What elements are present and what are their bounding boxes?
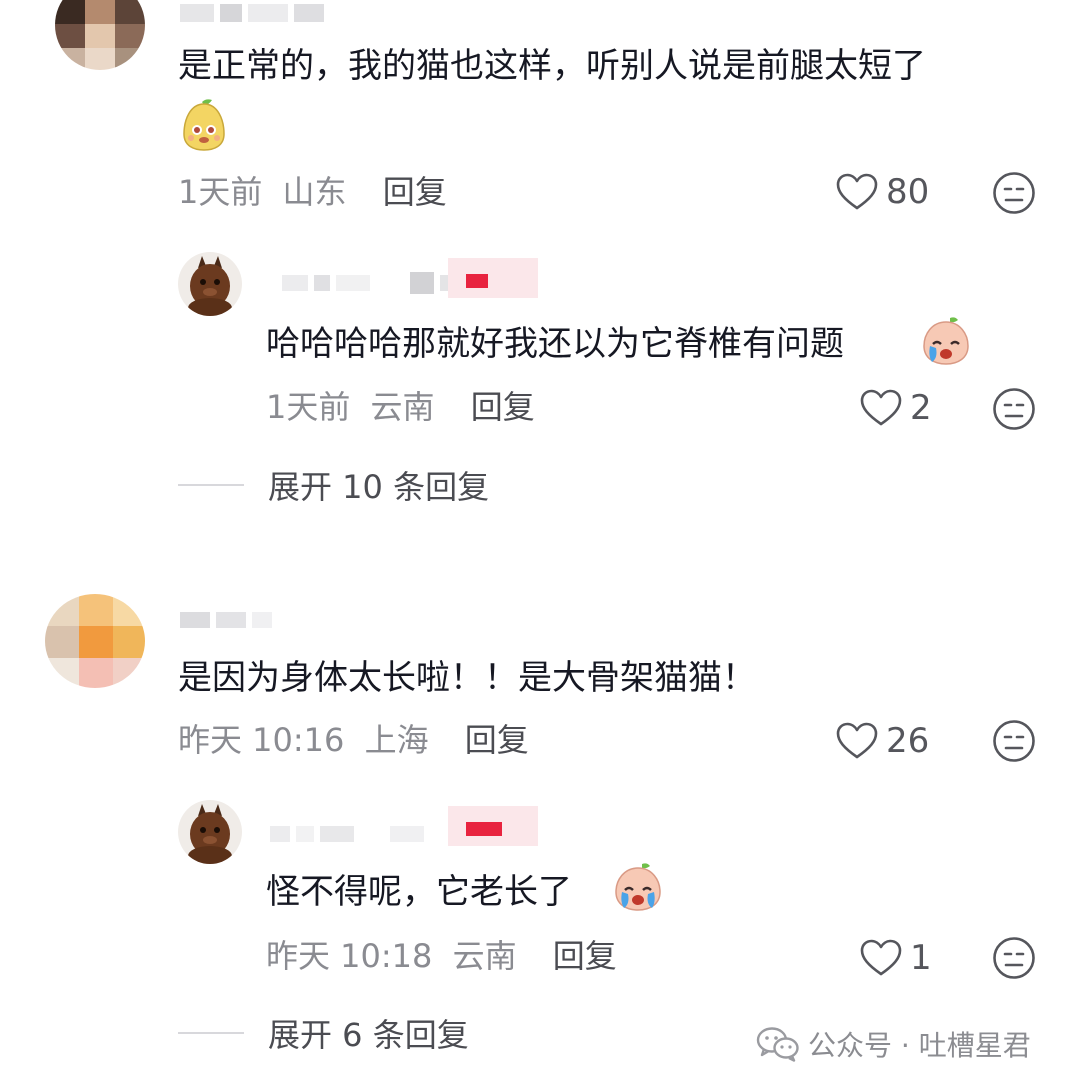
heart-icon [860,389,902,426]
reply-location: 云南 [370,388,435,426]
like-button[interactable]: 1 [860,938,932,978]
crying-face-emoji [920,316,972,370]
reply-text: 怪不得呢，它老长了 [266,872,572,912]
heart-icon [836,722,878,759]
watermark: 公众号 · 吐槽星君 [756,1024,1031,1064]
comment-meta: 1天前 山东 回复 [178,172,447,212]
expand-replies-button[interactable]: 展开 6 条回复 [178,1010,469,1056]
dislike-button[interactable] [992,387,1036,431]
crying-face-emoji [612,862,664,916]
heart-icon [836,173,878,210]
like-button[interactable]: 80 [836,172,929,212]
username-blurred[interactable] [180,4,324,22]
like-count: 26 [886,721,930,761]
dislike-button[interactable] [992,719,1036,763]
reply-button[interactable]: 回复 [383,173,447,211]
pear-face-emoji [180,98,228,156]
comment-location: 山东 [282,173,347,211]
expand-replies-label: 展开 10 条回复 [268,468,490,506]
reply-location: 云南 [452,937,517,975]
author-badge [448,806,538,846]
watermark-text: 公众号 · 吐槽星君 [808,1029,1031,1062]
meh-face-icon [993,388,1035,430]
reply-button[interactable]: 回复 [471,388,535,426]
reply-button[interactable]: 回复 [465,721,529,759]
dislike-button[interactable] [992,171,1036,215]
like-count: 1 [910,938,932,978]
meh-face-icon [993,720,1035,762]
expand-replies-label: 展开 6 条回复 [268,1016,469,1054]
divider [178,1032,244,1034]
comment-time: 1天前 [178,173,263,211]
like-button[interactable]: 26 [836,721,929,761]
wechat-icon [756,1027,799,1062]
comment-text: 是因为身体太长啦！！是大骨架猫猫！ [178,658,756,698]
dislike-button[interactable] [992,936,1036,980]
comment-meta: 昨天 10:16 上海 回复 [178,720,529,760]
reply-button[interactable]: 回复 [553,937,617,975]
avatar[interactable] [178,252,242,316]
like-count: 80 [886,172,930,212]
like-count: 2 [910,388,932,428]
username-blurred[interactable] [180,612,272,628]
avatar[interactable] [55,0,145,70]
username-blurred[interactable] [282,272,460,294]
heart-icon [860,939,902,976]
username-blurred[interactable] [270,826,424,842]
reply-time: 昨天 10:18 [266,937,433,975]
reply-text: 哈哈哈哈那就好我还以为它脊椎有问题 [266,324,844,364]
reply-meta: 昨天 10:18 云南 回复 [266,936,617,976]
meh-face-icon [993,937,1035,979]
divider [178,484,244,486]
reply-time: 1天前 [266,388,351,426]
reply-meta: 1天前 云南 回复 [266,387,535,427]
meh-face-icon [993,172,1035,214]
author-badge [448,258,538,298]
expand-replies-button[interactable]: 展开 10 条回复 [178,462,489,508]
avatar[interactable] [178,800,242,864]
comment-location: 上海 [364,721,429,759]
comment-text: 是正常的，我的猫也这样，听别人说是前腿太短了 [178,46,926,86]
avatar[interactable] [45,594,145,688]
comment-time: 昨天 10:16 [178,721,345,759]
like-button[interactable]: 2 [860,388,932,428]
